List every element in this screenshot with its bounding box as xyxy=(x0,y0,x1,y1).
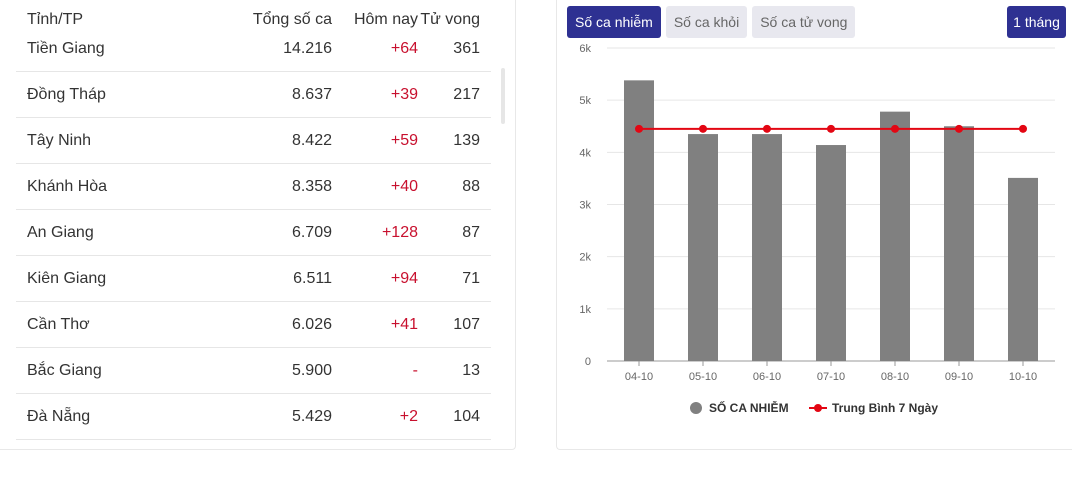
table-row[interactable]: Đà Nẵng 5.429 +2 104 xyxy=(16,394,491,440)
bar[interactable] xyxy=(880,111,910,361)
cases-chart: 0 1k 2k 3k 4k 5k 6k 04-10 05-10 06-10 07-10 08-10 09… xyxy=(579,43,1055,415)
average-point[interactable] xyxy=(699,124,707,133)
y-tick-label: 1k xyxy=(579,304,591,316)
table-row[interactable]: Kiên Giang 6.511 +94 71 xyxy=(16,256,491,302)
y-tick-label: 0 xyxy=(585,356,591,368)
y-tick-label: 5k xyxy=(579,95,591,107)
average-point[interactable] xyxy=(763,124,771,133)
bar[interactable] xyxy=(688,134,718,361)
bar[interactable] xyxy=(624,80,654,362)
tab-deaths[interactable]: Số ca tử vong xyxy=(752,6,856,38)
x-tick-label: 04-10 xyxy=(625,371,653,383)
chart-tabs: Số ca nhiễm Số ca khỏi Số ca tử vong xyxy=(567,6,856,38)
table-row[interactable]: Tây Ninh 8.422 +59 139 xyxy=(16,118,491,164)
bar[interactable] xyxy=(944,126,974,361)
average-point[interactable] xyxy=(955,124,963,133)
average-point[interactable] xyxy=(635,124,643,133)
average-point[interactable] xyxy=(1019,124,1027,133)
province-name: Đồng Tháp xyxy=(27,85,106,103)
range-1-month-button[interactable]: 1 tháng xyxy=(1007,6,1066,38)
header-province[interactable]: Tỉnh/TP xyxy=(16,11,226,29)
x-tick-label: 09-10 xyxy=(945,371,973,383)
bar[interactable] xyxy=(752,134,782,361)
total-cases: 6.026 xyxy=(291,315,332,333)
table-scrollbar[interactable] xyxy=(501,68,505,124)
province-table-card: Tỉnh/TP Tổng số ca Hôm nay Tử vong Tiền … xyxy=(0,0,516,450)
bar[interactable] xyxy=(816,145,846,361)
tab-infections[interactable]: Số ca nhiễm xyxy=(567,6,661,38)
province-name: Đà Nẵng xyxy=(27,407,91,425)
province-name: Tây Ninh xyxy=(27,131,92,149)
death-count: 71 xyxy=(462,269,480,287)
today-cases: +40 xyxy=(390,177,418,195)
header-deaths[interactable]: Tử vong xyxy=(418,11,491,29)
today-cases: +64 xyxy=(390,39,418,57)
chart-card: 0 1k 2k 3k 4k 5k 6k 04-10 05-10 06-10 07-10 08-10 09… xyxy=(556,0,1072,450)
total-cases: 6.511 xyxy=(293,269,332,287)
total-cases: 6.709 xyxy=(291,223,332,241)
header-today[interactable]: Hôm nay xyxy=(332,11,418,29)
table-body: Tiền Giang 14.216 +64 361 Đồng Tháp 8.637 +39 2… xyxy=(16,26,491,440)
death-count: 361 xyxy=(453,39,480,57)
total-cases: 8.358 xyxy=(291,177,332,195)
table-row[interactable]: Đồng Tháp 8.637 +39 217 xyxy=(16,72,491,118)
death-count: 104 xyxy=(453,407,480,425)
y-tick-label: 4k xyxy=(579,147,591,159)
table-row[interactable]: Bắc Giang 5.900 - 13 xyxy=(16,348,491,394)
legend-infections[interactable]: SỐ CA NHIỄM xyxy=(709,400,789,415)
table-header: Tỉnh/TP Tổng số ca Hôm nay Tử vong xyxy=(16,0,491,40)
today-cases: +128 xyxy=(381,223,418,241)
average-point[interactable] xyxy=(827,124,835,133)
today-cases: +2 xyxy=(399,407,418,425)
legend-line-dot xyxy=(814,404,822,412)
x-tick-label: 10-10 xyxy=(1009,371,1037,383)
total-cases: 5.429 xyxy=(291,407,332,425)
legend-7day-average[interactable]: Trung Bình 7 Ngày xyxy=(832,401,938,415)
death-count: 139 xyxy=(453,131,480,149)
table-row[interactable]: Khánh Hòa 8.358 +40 88 xyxy=(16,164,491,210)
total-cases: 5.900 xyxy=(291,361,332,379)
province-name: Khánh Hòa xyxy=(27,177,108,195)
province-name: Cần Thơ xyxy=(27,315,90,333)
death-count: 107 xyxy=(453,315,480,333)
y-tick-label: 2k xyxy=(579,252,591,264)
province-name: Bắc Giang xyxy=(27,361,102,379)
today-cases: +41 xyxy=(390,315,418,333)
province-name: Kiên Giang xyxy=(27,269,107,287)
table-row[interactable]: An Giang 6.709 +128 87 xyxy=(16,210,491,256)
death-count: 217 xyxy=(453,85,480,103)
today-cases: - xyxy=(412,361,418,379)
province-name: An Giang xyxy=(27,223,94,241)
death-count: 87 xyxy=(462,223,480,241)
x-tick-label: 08-10 xyxy=(881,371,909,383)
average-point[interactable] xyxy=(891,124,899,133)
today-cases: +94 xyxy=(390,269,418,287)
table-row[interactable]: Cần Thơ 6.026 +41 107 xyxy=(16,302,491,348)
today-cases: +59 xyxy=(390,131,418,149)
province-name: Tiền Giang xyxy=(27,39,105,57)
total-cases: 14.216 xyxy=(283,39,332,57)
death-count: 88 xyxy=(462,177,480,195)
legend-bar-marker xyxy=(690,402,702,414)
x-tick-label: 05-10 xyxy=(689,371,717,383)
x-tick-label: 06-10 xyxy=(753,371,781,383)
x-tick-label: 07-10 xyxy=(817,371,845,383)
tab-recoveries[interactable]: Số ca khỏi xyxy=(665,6,748,38)
header-total-cases[interactable]: Tổng số ca xyxy=(226,11,332,29)
bar[interactable] xyxy=(1008,177,1038,361)
total-cases: 8.637 xyxy=(291,85,332,103)
death-count: 13 xyxy=(462,361,480,379)
today-cases: +39 xyxy=(390,85,418,103)
y-tick-label: 3k xyxy=(579,200,591,212)
total-cases: 8.422 xyxy=(291,131,332,149)
y-tick-label: 6k xyxy=(579,43,591,55)
